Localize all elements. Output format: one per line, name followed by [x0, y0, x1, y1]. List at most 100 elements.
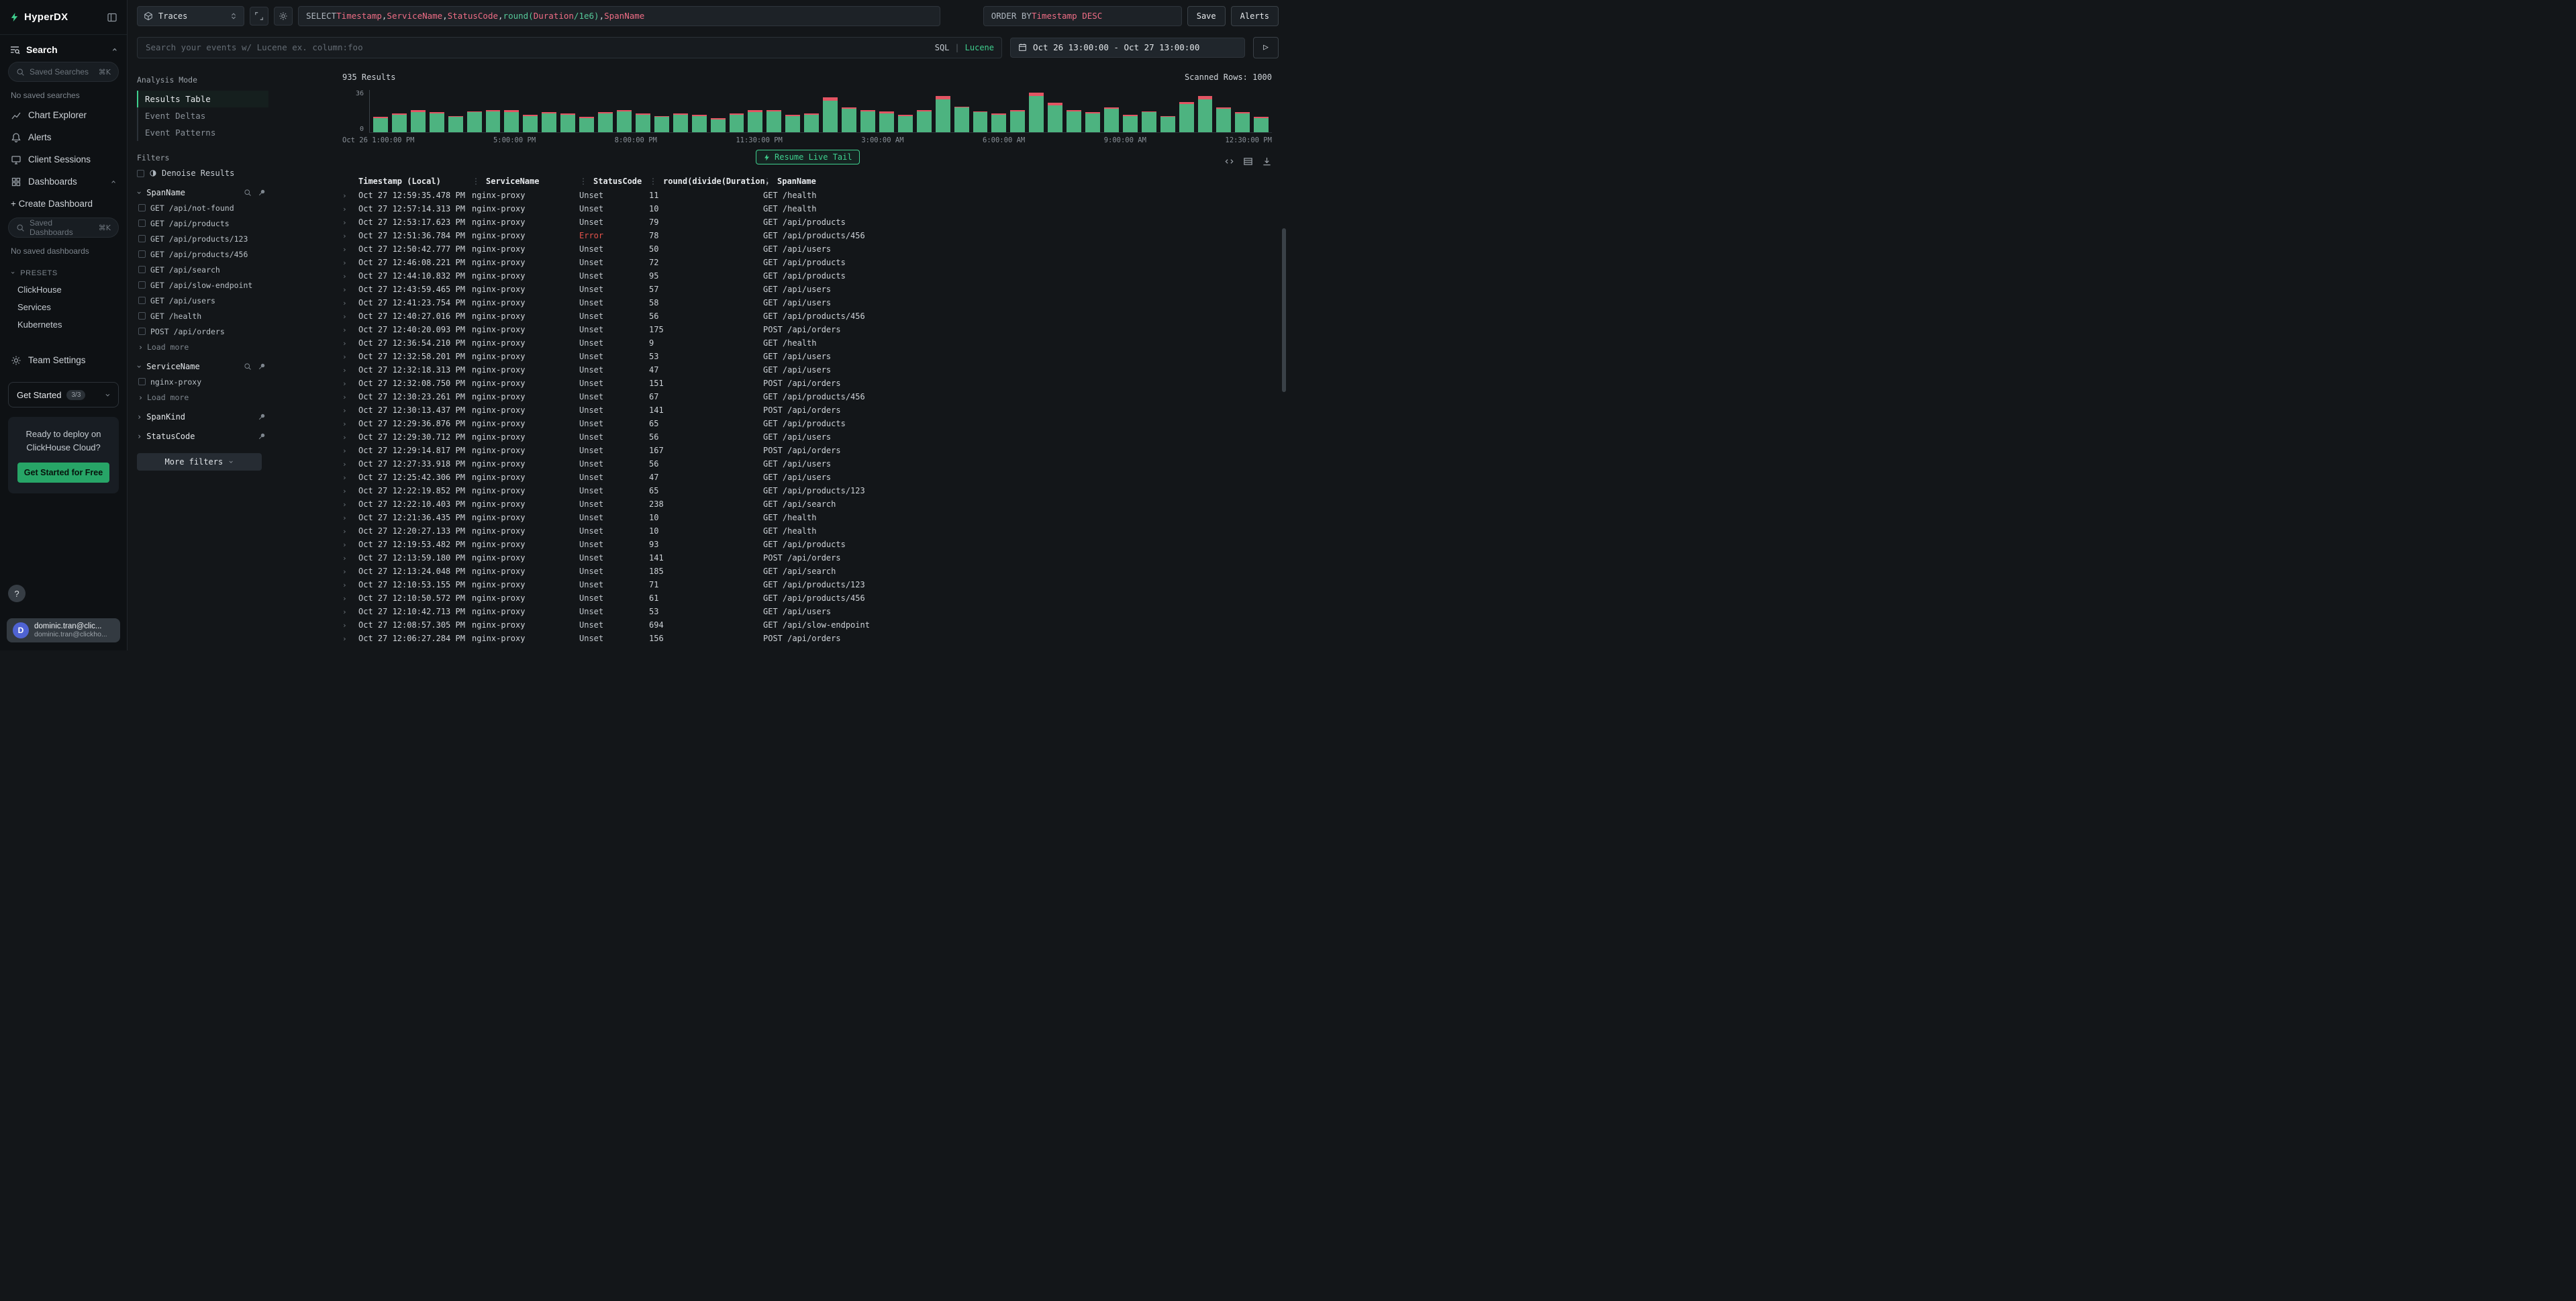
table-row[interactable]: ›Oct 27 12:21:36.435 PMnginx-proxyUnset1… — [342, 511, 1272, 524]
column-header-statuscode[interactable]: ⋮StatusCode — [579, 177, 649, 186]
histogram-bar[interactable] — [1179, 102, 1194, 133]
table-row[interactable]: ›Oct 27 12:29:36.876 PMnginx-proxyUnset6… — [342, 417, 1272, 430]
filter-option[interactable]: GET /api/products — [137, 215, 268, 231]
row-expand-icon[interactable]: › — [342, 460, 358, 469]
filter-option[interactable]: nginx-proxy — [137, 374, 268, 389]
denoise-checkbox[interactable] — [137, 170, 144, 177]
histogram-bar[interactable] — [523, 115, 538, 132]
row-expand-icon[interactable]: › — [342, 473, 358, 482]
histogram-bar[interactable] — [392, 113, 407, 132]
search-input[interactable] — [137, 37, 1002, 58]
pin-icon[interactable] — [258, 413, 266, 421]
histogram-bar[interactable] — [917, 110, 932, 132]
filter-option[interactable]: GET /api/not-found — [137, 200, 268, 215]
table-row[interactable]: ›Oct 27 12:10:50.572 PMnginx-proxyUnset6… — [342, 591, 1272, 605]
histogram-bar[interactable] — [692, 115, 707, 132]
row-expand-icon[interactable]: › — [342, 299, 358, 307]
row-expand-icon[interactable]: › — [342, 352, 358, 361]
filter-checkbox[interactable] — [138, 235, 146, 242]
histogram-bar[interactable] — [448, 116, 463, 133]
sidebar-item-search[interactable]: Search › — [0, 35, 127, 59]
filter-group-header[interactable]: ›SpanName — [137, 188, 268, 197]
sql-query[interactable]: SELECT Timestamp,ServiceName,StatusCode,… — [298, 6, 940, 26]
histogram-bar[interactable] — [860, 110, 875, 132]
row-expand-icon[interactable]: › — [342, 634, 358, 643]
row-expand-icon[interactable]: › — [342, 554, 358, 563]
create-dashboard-button[interactable]: + Create Dashboard — [0, 193, 127, 215]
table-row[interactable]: ›Oct 27 12:44:10.832 PMnginx-proxyUnset9… — [342, 269, 1272, 283]
row-expand-icon[interactable]: › — [342, 366, 358, 375]
collapse-sidebar-icon[interactable] — [107, 12, 117, 23]
saved-searches-input[interactable]: Saved Searches ⌘K — [8, 62, 119, 82]
table-row[interactable]: ›Oct 27 12:22:19.852 PMnginx-proxyUnset6… — [342, 484, 1272, 497]
lucene-toggle[interactable]: Lucene — [965, 43, 994, 52]
row-expand-icon[interactable]: › — [342, 446, 358, 455]
filter-group-header[interactable]: ›StatusCode — [137, 432, 268, 441]
search-icon[interactable] — [244, 189, 252, 197]
histogram-bar[interactable] — [654, 116, 669, 133]
histogram-bar[interactable] — [504, 110, 519, 132]
preset-kubernetes[interactable]: Kubernetes — [0, 316, 127, 333]
load-more[interactable]: ›Load more — [137, 389, 268, 402]
row-expand-icon[interactable]: › — [342, 326, 358, 334]
table-row[interactable]: ›Oct 27 12:29:30.712 PMnginx-proxyUnset5… — [342, 430, 1272, 444]
histogram-bar[interactable] — [1029, 93, 1044, 133]
mode-results-table[interactable]: Results Table — [137, 91, 268, 107]
histogram-bar[interactable] — [936, 96, 950, 132]
filter-group-header[interactable]: ›ServiceName — [137, 362, 268, 371]
histogram-bar[interactable] — [430, 112, 444, 132]
table-row[interactable]: ›Oct 27 12:50:42.777 PMnginx-proxyUnset5… — [342, 242, 1272, 256]
row-expand-icon[interactable]: › — [342, 621, 358, 630]
table-row[interactable]: ›Oct 27 12:08:57.305 PMnginx-proxyUnset6… — [342, 618, 1272, 632]
row-expand-icon[interactable]: › — [342, 420, 358, 428]
table-row[interactable]: ›Oct 27 12:51:36.784 PMnginx-proxyError7… — [342, 229, 1272, 242]
histogram-bar[interactable] — [898, 115, 913, 132]
filter-checkbox[interactable] — [138, 266, 146, 273]
table-row[interactable]: ›Oct 27 12:19:53.482 PMnginx-proxyUnset9… — [342, 538, 1272, 551]
table-row[interactable]: ›Oct 27 12:30:13.437 PMnginx-proxyUnset1… — [342, 403, 1272, 417]
run-query-button[interactable]: ▷ — [1253, 37, 1279, 58]
histogram-bar[interactable] — [1216, 107, 1231, 132]
histogram-bar[interactable] — [411, 110, 426, 132]
table-row[interactable]: ›Oct 27 12:41:23.754 PMnginx-proxyUnset5… — [342, 296, 1272, 309]
filter-checkbox[interactable] — [138, 328, 146, 335]
filter-option[interactable]: GET /api/search — [137, 262, 268, 277]
get-started-toggle[interactable]: Get Started 3/3 › — [8, 382, 119, 407]
histogram-bar[interactable] — [748, 110, 762, 132]
histogram-bar[interactable] — [954, 107, 969, 133]
row-expand-icon[interactable]: › — [342, 393, 358, 401]
histogram-bar[interactable] — [1067, 110, 1081, 132]
histogram-bar[interactable] — [804, 113, 819, 132]
pin-icon[interactable] — [258, 432, 266, 440]
source-settings-button[interactable] — [274, 7, 293, 26]
more-filters-button[interactable]: More filters › — [137, 453, 262, 471]
row-expand-icon[interactable]: › — [342, 285, 358, 294]
histogram-bar[interactable] — [1104, 107, 1119, 132]
help-button[interactable]: ? — [8, 585, 26, 602]
mode-event-deltas[interactable]: Event Deltas — [137, 107, 268, 124]
pin-icon[interactable] — [258, 189, 266, 197]
row-expand-icon[interactable]: › — [342, 245, 358, 254]
table-row[interactable]: ›Oct 27 12:53:17.623 PMnginx-proxyUnset7… — [342, 215, 1272, 229]
histogram-bar[interactable] — [673, 113, 688, 132]
filter-group-header[interactable]: ›SpanKind — [137, 412, 268, 422]
mode-event-patterns[interactable]: Event Patterns — [137, 124, 268, 141]
row-expand-icon[interactable]: › — [342, 567, 358, 576]
time-range-picker[interactable]: Oct 26 13:00:00 - Oct 27 13:00:00 — [1010, 38, 1245, 58]
histogram-bar[interactable] — [598, 112, 613, 132]
alerts-button[interactable]: Alerts — [1231, 6, 1279, 26]
get-started-free-button[interactable]: Get Started for Free — [17, 463, 109, 483]
histogram-bar[interactable] — [1048, 103, 1062, 132]
filter-checkbox[interactable] — [138, 312, 146, 320]
row-expand-icon[interactable]: › — [342, 433, 358, 442]
histogram-bar[interactable] — [711, 118, 726, 132]
filter-checkbox[interactable] — [138, 250, 146, 258]
preset-clickhouse[interactable]: ClickHouse — [0, 281, 127, 298]
user-menu[interactable]: D dominic.tran@clic... dominic.tran@clic… — [7, 618, 120, 642]
filter-checkbox[interactable] — [138, 297, 146, 304]
table-row[interactable]: ›Oct 27 12:40:20.093 PMnginx-proxyUnset1… — [342, 323, 1272, 336]
expand-source-button[interactable] — [250, 7, 268, 26]
filter-option[interactable]: GET /api/slow-endpoint — [137, 277, 268, 293]
row-expand-icon[interactable]: › — [342, 339, 358, 348]
table-row[interactable]: ›Oct 27 12:29:14.817 PMnginx-proxyUnset1… — [342, 444, 1272, 457]
